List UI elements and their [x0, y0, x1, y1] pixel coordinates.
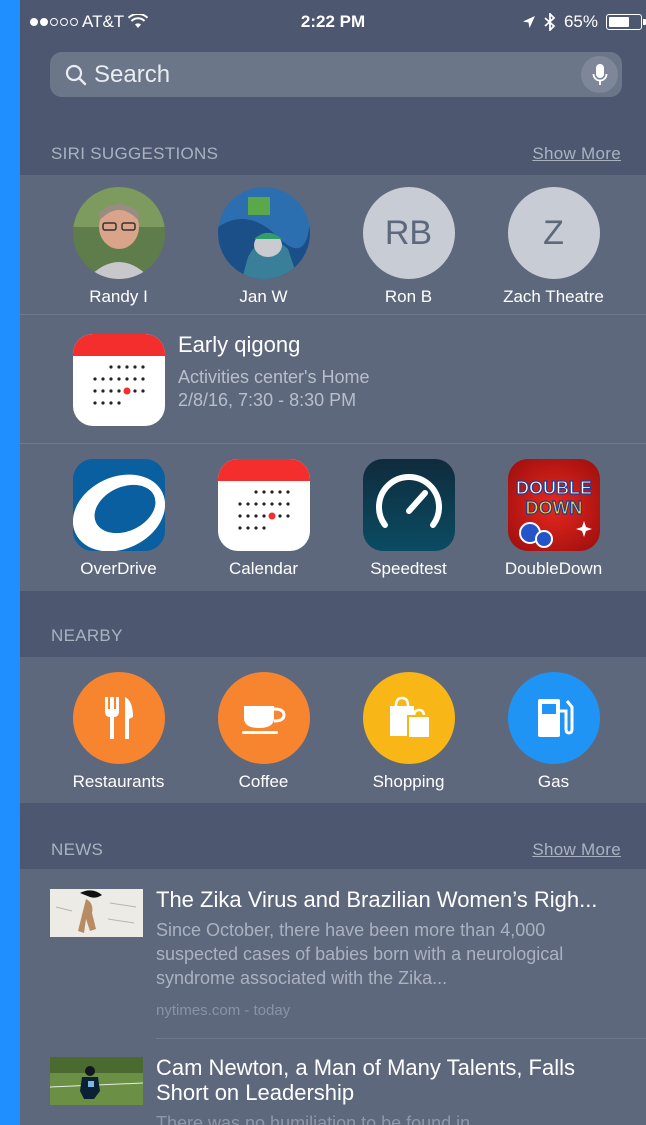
news-item[interactable]: Cam Newton, a Man of Many Talents, Falls… [20, 1039, 646, 1125]
svg-text:DOWN: DOWN [525, 498, 582, 518]
news-description: There was no humiliation to be found in [156, 1113, 471, 1125]
contact-photo [217, 187, 310, 279]
siri-show-more-link[interactable]: Show More [532, 144, 621, 164]
siri-suggestions-panel: Randy I Jan W RB Ron B Z Zach Theatre Ea… [20, 175, 646, 591]
divider [20, 443, 646, 444]
nearby-panel: Restaurants Coffee Shopping Gas [20, 657, 646, 803]
news-panel: The Zika Virus and Brazilian Women’s Rig… [20, 869, 646, 1125]
battery-icon [606, 14, 646, 30]
section-title: SIRI SUGGESTIONS [51, 144, 219, 163]
location-arrow-icon [522, 16, 535, 28]
app-overdrive[interactable]: OverDrive [46, 459, 191, 579]
section-title: NEARBY [51, 626, 123, 645]
calendar-icon [73, 334, 165, 426]
app-name: Calendar [229, 559, 298, 578]
spotlight-screen: AT&T 2:22 PM 65% Search SIRI SUGGESTIONS… [20, 0, 646, 1125]
news-header: NEWS Show More [20, 830, 646, 874]
nearby-gas[interactable]: Gas [481, 672, 626, 792]
shopping-bags-icon [362, 672, 455, 764]
bluetooth-icon [544, 13, 556, 31]
contact-randy[interactable]: Randy I [46, 187, 191, 307]
app-name: DoubleDown [504, 559, 603, 578]
news-description: Since October, there have been more than… [156, 920, 564, 988]
microphone-button[interactable] [581, 56, 618, 93]
nearby-label: Coffee [238, 772, 289, 791]
contact-name: Randy I [89, 287, 148, 306]
calendar-icon [217, 459, 310, 551]
contact-name: Jan W [239, 287, 288, 306]
search-bar[interactable] [50, 52, 622, 97]
event-location: Activities center's Home [178, 367, 370, 387]
microphone-icon [592, 63, 607, 85]
nearby-label: Restaurants [72, 772, 165, 791]
app-calendar[interactable]: Calendar [191, 459, 336, 579]
contact-zach-theatre[interactable]: Z Zach Theatre [481, 187, 626, 307]
news-item[interactable]: The Zika Virus and Brazilian Women’s Rig… [20, 869, 646, 1038]
speedtest-icon [362, 459, 455, 551]
app-doubledown[interactable]: DOUBLE DOWN DoubleDown [481, 459, 626, 579]
news-thumbnail [50, 1057, 143, 1105]
status-bar: AT&T 2:22 PM 65% [20, 0, 646, 44]
section-title: NEWS [51, 840, 104, 859]
app-speedtest[interactable]: Speedtest [336, 459, 481, 579]
event-time: 2/8/16, 7:30 - 8:30 PM [178, 390, 357, 410]
nearby-label: Shopping [372, 772, 445, 791]
nearby-label: Gas [537, 772, 570, 791]
contact-jan[interactable]: Jan W [191, 187, 336, 307]
coffee-cup-icon [217, 672, 310, 764]
contact-photo [72, 187, 165, 279]
search-icon [65, 64, 87, 85]
battery-percent: 65% [563, 12, 598, 31]
svg-text:DOUBLE: DOUBLE [516, 478, 592, 498]
nearby-shopping[interactable]: Shopping [336, 672, 481, 792]
event-title: Early qigong [178, 332, 301, 357]
app-name: OverDrive [80, 559, 157, 578]
contact-name: Zach Theatre [503, 287, 604, 306]
fork-knife-icon [72, 672, 165, 764]
overdrive-icon [72, 459, 165, 551]
nearby-coffee[interactable]: Coffee [191, 672, 336, 792]
news-thumbnail [50, 889, 143, 937]
contact-initials: RB [362, 187, 455, 279]
contact-ron[interactable]: RB Ron B [336, 187, 481, 307]
calendar-event[interactable]: Early qigong Activities center's Home 2/… [20, 315, 646, 443]
siri-suggestions-header: SIRI SUGGESTIONS Show More [20, 134, 646, 178]
contact-initials: Z [507, 187, 600, 279]
app-name: Speedtest [370, 559, 447, 578]
doubledown-icon: DOUBLE DOWN [507, 459, 600, 551]
contact-name: Ron B [384, 287, 433, 306]
gas-pump-icon [507, 672, 600, 764]
news-title: Cam Newton, a Man of Many Talents, Falls… [156, 1055, 575, 1105]
news-title: The Zika Virus and Brazilian Women’s Rig… [156, 887, 598, 912]
search-input[interactable] [94, 60, 564, 89]
nearby-header: NEARBY [20, 616, 646, 660]
news-show-more-link[interactable]: Show More [532, 840, 621, 860]
news-source: nytimes.com - today [156, 1002, 291, 1019]
nearby-restaurants[interactable]: Restaurants [46, 672, 191, 792]
